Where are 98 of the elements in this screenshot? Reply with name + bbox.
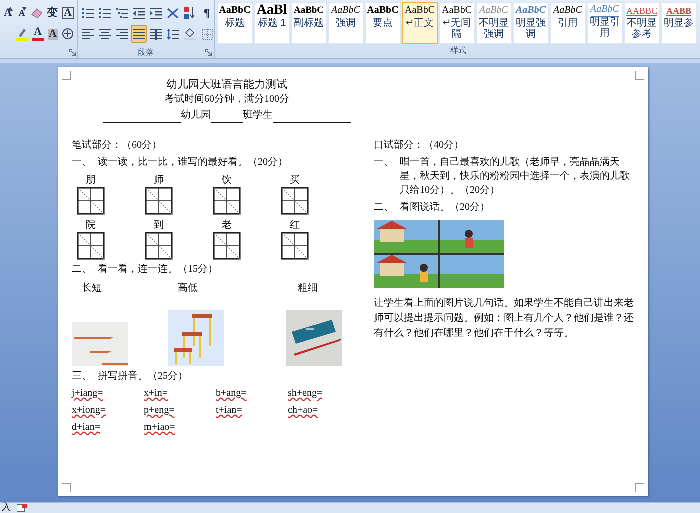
character-shading-button[interactable]: A — [46, 25, 60, 43]
question-number: 二、 — [374, 201, 394, 215]
writing-grid[interactable] — [77, 187, 105, 215]
name-line-label: 班学生 — [243, 109, 273, 123]
style-tile[interactable]: AaBbC 明显强调 — [513, 2, 549, 44]
word-label: 高低 — [177, 282, 199, 296]
character-label: 饮 — [222, 174, 232, 187]
crop-mark — [62, 483, 71, 492]
character-label: 朋 — [86, 174, 96, 187]
decrease-indent-icon — [133, 8, 145, 18]
pinyin-item: b+ang= — [216, 387, 247, 401]
style-tile[interactable]: AABB 明显参 — [661, 2, 697, 44]
style-tile[interactable]: AaBbC 副标题 — [291, 2, 327, 44]
section-heading: 笔试部分：（60分） — [72, 139, 163, 153]
character-label: 师 — [154, 174, 164, 187]
word-label: 粗细 — [297, 282, 319, 296]
question-number: 三、 — [72, 370, 92, 384]
pinyin-item: t+ian= — [216, 404, 242, 418]
group-label: 样式 — [450, 44, 466, 56]
question-number: 二、 — [72, 263, 92, 277]
dialog-launcher-icon[interactable] — [205, 48, 212, 56]
borders-icon — [202, 28, 212, 40]
question-text: 看一看，连一连。（15分） — [98, 263, 218, 277]
font-color-button[interactable]: A — [30, 25, 46, 43]
character-label: 到 — [154, 219, 164, 232]
pinyin-item: ch+ao= — [288, 404, 318, 418]
style-tile[interactable]: AaBbC 要点 — [365, 2, 401, 44]
sort-icon — [184, 7, 196, 19]
question-number: 一、 — [72, 156, 92, 170]
style-tile[interactable]: AaBbC ↵无间隔 — [439, 2, 475, 44]
justify-icon — [133, 28, 145, 40]
asian-layout-icon — [166, 8, 180, 18]
crop-mark — [635, 71, 644, 80]
caret-icon — [22, 7, 28, 11]
line-spacing-icon — [167, 28, 179, 40]
style-tile[interactable]: AaBbC 引用 — [550, 2, 586, 44]
exam-info: 考试时间60分钟，满分100分 — [164, 93, 290, 107]
style-tile[interactable]: AABBC 不明显参考 — [624, 2, 660, 44]
question-text: 看图说话。（20分） — [400, 201, 490, 215]
style-tile[interactable]: AaBbC ↵正文 — [402, 2, 438, 44]
increase-indent-icon — [150, 8, 162, 18]
name-line-label: 幼儿园 — [181, 109, 211, 123]
style-tile[interactable]: AaBbC 不明显强调 — [476, 2, 512, 44]
style-tile[interactable]: AaBbC 标题 — [217, 2, 253, 44]
eraser-icon — [31, 7, 44, 19]
pinyin-item: m+iao= — [144, 421, 176, 435]
crop-mark — [62, 71, 71, 80]
distribute-icon — [150, 28, 162, 40]
numbered-list-icon — [99, 8, 111, 18]
style-tile[interactable]: AaBl 标题 1 — [254, 2, 290, 44]
pinyin-item: x+iong= — [72, 404, 106, 418]
document-title: 幼儿园大班语言能力测试 — [166, 78, 288, 93]
paint-bucket-icon — [184, 28, 196, 40]
writing-grid[interactable] — [145, 232, 173, 260]
style-tile[interactable]: AaBbC 强调 — [328, 2, 364, 44]
pinyin-item: sh+eng= — [288, 387, 323, 401]
shrink-font-button[interactable]: A — [15, 4, 30, 22]
group-label: 段落 — [138, 46, 154, 58]
circled-cross-icon — [62, 28, 74, 40]
pinyin-item: x+in= — [144, 387, 168, 401]
character-border-button[interactable]: A — [60, 4, 76, 22]
writing-grid[interactable] — [213, 187, 241, 215]
phonetic-guide-button[interactable]: 变 — [45, 4, 60, 22]
question-text: 唱一首，自己最喜欢的儿歌（老师早，亮晶晶满天星，秋天到，快乐的粉粉园中选择一个，表演的儿歌只给10分）。（20分） — [400, 156, 631, 198]
crop-mark — [635, 483, 644, 492]
caret-icon — [8, 7, 14, 11]
section-heading: 口试部分：（40分） — [374, 139, 465, 153]
align-left-icon — [82, 28, 94, 40]
align-center-icon — [99, 28, 111, 40]
pinyin-item: d+ian= — [72, 421, 100, 435]
dialog-launcher-icon[interactable] — [69, 48, 76, 56]
writing-grid[interactable] — [77, 232, 105, 260]
question-number: 一、 — [374, 156, 394, 170]
pinyin-item: j+iang= — [72, 387, 104, 401]
bullet-list-icon — [82, 8, 94, 18]
character-label: 红 — [290, 219, 300, 232]
question-text: 读一读，比一比，谁写的最好看。（20分） — [98, 156, 288, 170]
justify-button[interactable] — [131, 25, 147, 43]
character-label: 买 — [290, 174, 300, 187]
writing-grid[interactable] — [213, 232, 241, 260]
word-label: 长短 — [81, 282, 103, 296]
writing-grid[interactable] — [281, 187, 309, 215]
writing-grid[interactable] — [281, 232, 309, 260]
sort-button[interactable] — [182, 4, 198, 22]
character-label: 老 — [222, 219, 232, 232]
character-label: 院 — [86, 219, 96, 232]
question-text: 拼写拼音。（25分） — [98, 370, 188, 384]
style-tile[interactable]: AaBbC 明显引用 — [587, 2, 623, 44]
macro-icon[interactable] — [17, 504, 27, 512]
align-right-icon — [116, 28, 128, 40]
pinyin-item: p+eng= — [144, 404, 175, 418]
show-marks-button[interactable]: ¶ — [199, 4, 215, 22]
writing-grid[interactable] — [145, 187, 173, 215]
color-bar-icon — [32, 38, 44, 41]
multilevel-list-icon — [116, 8, 128, 18]
instruction-text: 让学生看上面的图片说几句话。如果学生不能自己讲出来老师可以提出提示问题。例如：图上有几个人？他们是谁？还有什么？他们在哪里？他们在干什么？等等。 — [374, 296, 635, 341]
highlighter-icon — [16, 28, 28, 40]
insert-mode-label[interactable]: 入 — [2, 503, 11, 513]
